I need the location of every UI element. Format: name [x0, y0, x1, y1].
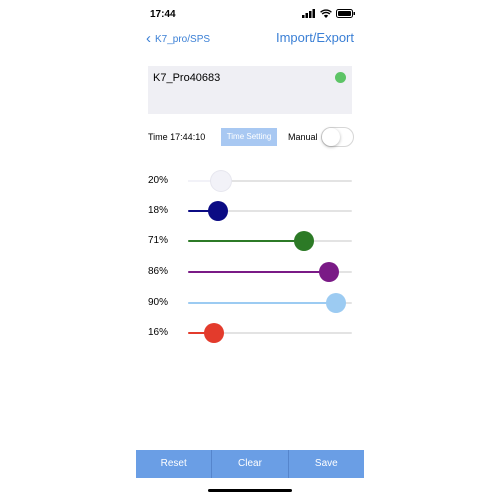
current-time-label: Time 17:44:10	[148, 132, 206, 142]
back-button-label: K7_pro/SPS	[155, 33, 211, 45]
reset-button[interactable]: Reset	[136, 450, 213, 478]
slider-row: 18%	[136, 200, 364, 222]
slider-thumb[interactable]	[325, 293, 346, 313]
slider-fill	[188, 271, 330, 273]
back-button[interactable]: ‹ K7_pro/SPS	[146, 30, 211, 47]
signal-icon	[302, 9, 316, 18]
status-bar: 17:44	[136, 0, 364, 28]
manual-toggle[interactable]	[321, 127, 354, 147]
slider-thumb[interactable]	[210, 171, 231, 191]
slider-track[interactable]	[188, 293, 352, 313]
toggle-knob	[322, 128, 340, 146]
import-export-button[interactable]: Import/Export	[276, 30, 354, 45]
slider-value-label: 90%	[148, 297, 169, 308]
slider-row: 90%	[136, 292, 364, 314]
slider-value-label: 71%	[148, 235, 169, 246]
bottom-toolbar: Reset Clear Save	[136, 450, 364, 478]
slider-row: 71%	[136, 230, 364, 252]
chevron-left-icon: ‹	[146, 30, 151, 47]
status-time: 17:44	[150, 9, 176, 20]
slider-value-label: 20%	[148, 175, 169, 186]
home-indicator	[208, 489, 292, 492]
slider-value-label: 18%	[148, 205, 169, 216]
slider-track[interactable]	[188, 262, 352, 282]
slider-fill	[188, 240, 305, 242]
slider-thumb[interactable]	[207, 201, 228, 221]
phone-screen: 17:44 ‹ K7_pro/SPS Import/Export K7_Pro4…	[136, 0, 364, 498]
connection-status-dot	[335, 72, 346, 83]
slider-track[interactable]	[188, 201, 352, 221]
clear-button[interactable]: Clear	[212, 450, 289, 478]
slider-row: 16%	[136, 322, 364, 344]
slider-track[interactable]	[188, 171, 352, 191]
save-button[interactable]: Save	[288, 450, 364, 478]
navigation-bar: ‹ K7_pro/SPS Import/Export	[136, 30, 364, 52]
device-name: K7_Pro40683	[153, 72, 221, 84]
slider-track[interactable]	[188, 323, 352, 343]
time-setting-button[interactable]: Time Setting	[221, 128, 277, 146]
status-icons	[302, 9, 356, 18]
slider-thumb[interactable]	[294, 231, 315, 251]
slider-row: 86%	[136, 261, 364, 283]
slider-value-label: 86%	[148, 266, 169, 277]
battery-icon	[336, 9, 356, 18]
slider-value-label: 16%	[148, 327, 169, 338]
manual-label: Manual	[288, 132, 318, 142]
slider-track[interactable]	[188, 231, 352, 251]
slider-fill	[188, 302, 336, 304]
time-row: Time 17:44:10 Time Setting Manual	[136, 126, 364, 148]
wifi-icon	[320, 9, 332, 18]
device-card[interactable]: K7_Pro40683	[148, 66, 352, 114]
slider-thumb[interactable]	[319, 262, 340, 282]
slider-row: 20%	[136, 170, 364, 192]
slider-thumb[interactable]	[204, 323, 225, 343]
